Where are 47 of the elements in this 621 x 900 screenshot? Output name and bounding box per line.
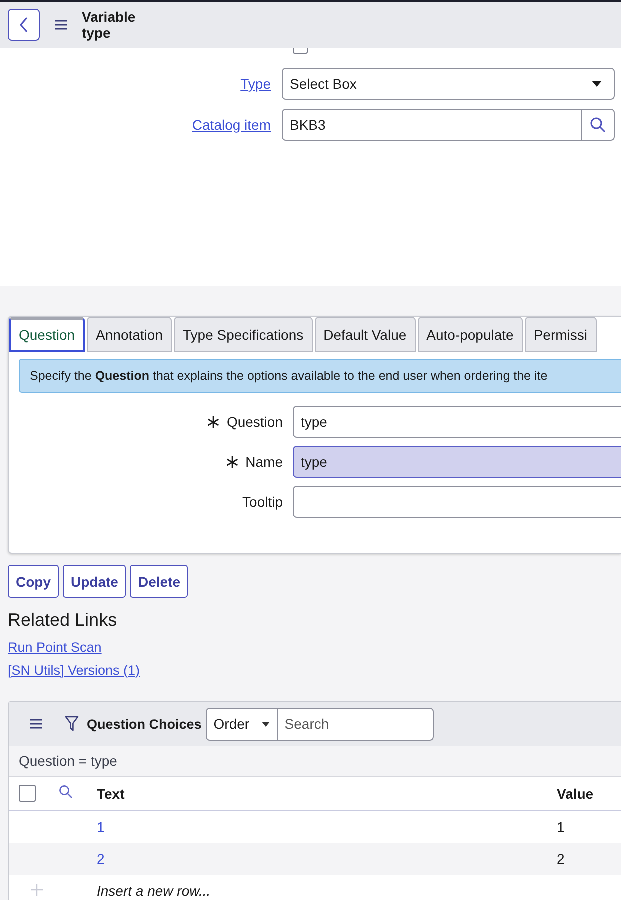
section-title: Related Links	[8, 610, 118, 631]
list-title: Question Choices	[87, 716, 202, 732]
field-label: Tooltip	[242, 494, 283, 510]
related-link[interactable]: Run Point Scan	[8, 636, 102, 659]
checkbox[interactable]	[19, 785, 36, 802]
tab[interactable]: Type Specifications	[174, 317, 313, 352]
filter-icon[interactable]	[65, 716, 79, 732]
text-field[interactable]	[293, 486, 621, 518]
table-cell-link[interactable]: 2	[97, 851, 105, 867]
text-field[interactable]: type	[293, 406, 621, 438]
table-cell: 1	[557, 819, 565, 835]
back-button[interactable]	[8, 9, 40, 41]
info-message: Specify the Question that explains the options available to the end user when ordering the ite	[19, 359, 621, 393]
tab[interactable]: Default Value	[314, 317, 416, 352]
table-cell: 2	[557, 851, 565, 867]
column-header[interactable]: Text	[97, 786, 557, 802]
action-button[interactable]: Update	[63, 565, 126, 598]
search-field[interactable]: Search	[278, 708, 434, 740]
table-cell-link[interactable]: 1	[97, 819, 105, 835]
select-value: Select Box	[290, 76, 357, 92]
caret-down-icon	[592, 81, 602, 87]
menu-icon[interactable]	[29, 718, 43, 730]
lookup-button[interactable]	[582, 109, 615, 141]
field-label: Name	[246, 454, 283, 470]
tab[interactable]: Auto-populate	[418, 317, 523, 352]
page-title: Variable type	[82, 9, 137, 41]
field-label-link[interactable]: Type	[0, 76, 282, 92]
caret-down-icon	[262, 722, 270, 726]
tab[interactable]: Permissi	[524, 317, 596, 352]
chevron-left-icon	[18, 16, 30, 34]
search-icon[interactable]	[59, 785, 73, 799]
action-button[interactable]: Copy	[8, 565, 59, 598]
search-icon	[590, 117, 606, 133]
filter-breadcrumb: Question = type	[9, 746, 621, 777]
column-header[interactable]: Value	[557, 786, 621, 802]
field-label-link[interactable]: Catalog item	[0, 117, 282, 133]
tab[interactable]: Annotation	[87, 317, 172, 352]
sort-select[interactable]: Order	[206, 708, 278, 740]
related-link[interactable]: [SN Utils] Versions (1)	[8, 659, 140, 682]
text-field[interactable]: type	[293, 446, 621, 478]
tab[interactable]: Question	[9, 317, 86, 352]
select-field[interactable]: Select Box	[282, 68, 615, 100]
field-label: Question	[226, 414, 283, 430]
insert-row-text[interactable]: Insert a new row...	[97, 883, 621, 899]
action-button[interactable]: Delete	[130, 565, 188, 598]
menu-icon[interactable]	[54, 19, 68, 31]
reference-field[interactable]: BKB3	[282, 109, 582, 141]
